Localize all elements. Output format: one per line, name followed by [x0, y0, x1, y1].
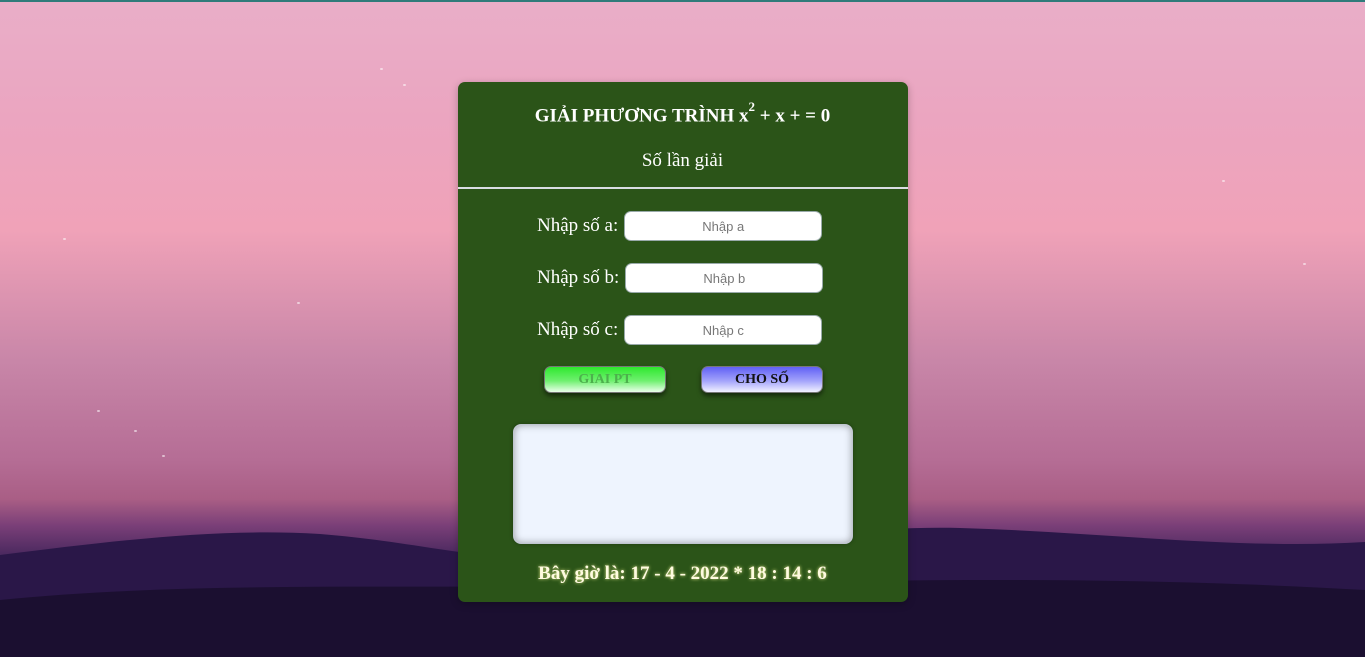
row-b: Nhập số b: — [537, 262, 824, 294]
row-a: Nhập số a: — [537, 210, 823, 242]
input-b[interactable] — [625, 263, 824, 293]
row-c: Nhập số c: — [537, 314, 823, 346]
random-numbers-button[interactable]: CHO SỐ — [701, 366, 823, 393]
header-divider — [458, 187, 908, 189]
solve-count-label: Số lần giải — [641, 150, 724, 171]
label-b: Nhập số b: — [537, 267, 620, 288]
label-a: Nhập số a: — [537, 215, 619, 236]
top-border — [0, 0, 1365, 2]
title-main: GIẢI PHƯƠNG TRÌNH x — [534, 105, 749, 127]
input-a[interactable] — [624, 211, 823, 241]
title-exponent: 2 — [748, 99, 756, 114]
input-c[interactable] — [624, 315, 823, 345]
current-time: Bây giờ là: 17 - 4 - 2022 * 18 : 14 : 6 — [538, 563, 827, 584]
label-c: Nhập số c: — [537, 319, 619, 340]
title-rest: + x + = 0 — [755, 105, 831, 127]
result-box — [513, 424, 853, 544]
solve-button[interactable]: GIAI PT — [544, 366, 666, 393]
page-title: GIẢI PHƯƠNG TRÌNH x2 + x + = 0 — [0, 99, 1365, 127]
